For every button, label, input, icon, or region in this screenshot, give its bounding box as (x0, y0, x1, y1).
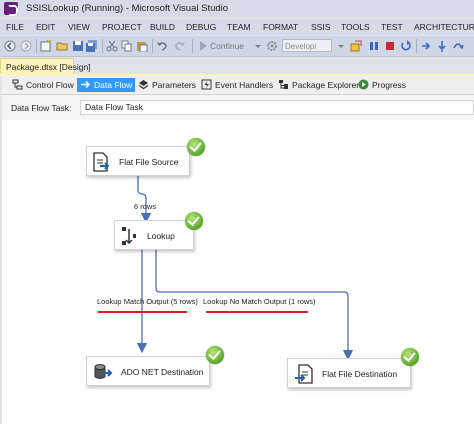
ado-net-destination-icon (94, 364, 113, 379)
control-flow-icon (12, 79, 23, 90)
solution-configuration-dropdown[interactable]: Developi (282, 39, 332, 52)
restart-icon[interactable] (400, 40, 412, 52)
new-project-icon[interactable] (40, 40, 52, 52)
component-label: ADO NET Destination (121, 367, 204, 377)
success-check-icon (185, 212, 203, 230)
forward-icon[interactable] (20, 40, 32, 52)
data-flow-task-label: Data Flow Task: (11, 103, 72, 113)
menu-build[interactable]: BUILD (150, 22, 175, 32)
toolbar-separator (416, 39, 417, 53)
progress-icon (358, 79, 369, 90)
flat-file-destination-icon (295, 364, 313, 384)
tab-label: Progress (372, 80, 407, 90)
title-bar: SSISLookup (Running) - Microsoft Visual … (0, 0, 474, 17)
toolbar: Continue Developi (0, 36, 474, 57)
document-tab-label: Package.dtsx [Design] (6, 62, 91, 72)
success-check-icon (401, 348, 419, 366)
lookup-icon (122, 227, 136, 245)
success-check-icon (187, 138, 205, 156)
package-designer: Control Flow Data Flow Parameters Event … (2, 76, 474, 424)
menu-view[interactable]: VIEW (68, 22, 90, 32)
tab-label: Control Flow (26, 80, 74, 90)
component-label: Flat File Destination (322, 369, 398, 379)
tab-label: Event Handlers (215, 80, 274, 90)
path-source-to-lookup[interactable] (137, 176, 152, 224)
menu-architecture[interactable]: ARCHITECTURE (414, 22, 474, 32)
pause-icon[interactable] (368, 40, 380, 52)
menu-format[interactable]: FORMAT (263, 22, 298, 32)
save-icon[interactable] (72, 40, 84, 52)
menu-debug[interactable]: DEBUG (186, 22, 216, 32)
flat-file-source-component[interactable]: Flat File Source (86, 146, 190, 176)
package-explorer-icon (279, 80, 288, 89)
copy-icon[interactable] (121, 40, 133, 52)
cut-icon[interactable] (106, 40, 118, 52)
redo-icon[interactable] (174, 40, 186, 52)
no-match-output-annotation-underline (206, 311, 308, 313)
path-label-match-output: Lookup Match Output (5 rows) (97, 297, 198, 306)
tab-package-explorer[interactable]: Package Explorer (278, 78, 359, 92)
dropdown-arrow-icon[interactable] (252, 40, 264, 52)
tab-parameters[interactable]: Parameters (138, 78, 196, 92)
task-selector-bar: Data Flow Task: Data Flow Task (2, 95, 474, 117)
menu-team[interactable]: TEAM (227, 22, 251, 32)
menu-test[interactable]: TEST (381, 22, 403, 32)
data-flow-task-select[interactable]: Data Flow Task (80, 100, 474, 115)
flat-file-source-icon (93, 152, 110, 172)
back-icon[interactable] (4, 40, 16, 52)
success-check-icon (206, 346, 224, 364)
flat-file-destination-component[interactable]: Flat File Destination (287, 358, 411, 388)
toolbar-separator (192, 39, 193, 53)
toolbar-separator (102, 39, 103, 53)
tab-label: Package Explorer (292, 80, 360, 90)
tab-data-flow[interactable]: Data Flow (77, 78, 136, 92)
menu-bar: FILE EDIT VIEW PROJECT BUILD DEBUG TEAM … (0, 19, 474, 35)
stop-icon[interactable] (384, 40, 396, 52)
tab-progress[interactable]: Progress (358, 78, 406, 92)
lookup-component[interactable]: Lookup (114, 220, 194, 250)
tab-label: Parameters (152, 80, 196, 90)
visual-studio-logo-icon (4, 2, 18, 16)
ado-net-destination-component[interactable]: ADO NET Destination (86, 356, 210, 386)
menu-edit[interactable]: EDIT (36, 22, 55, 32)
match-output-annotation-underline (98, 311, 187, 313)
step-into-icon[interactable] (436, 40, 448, 52)
dropdown-arrow-icon[interactable] (335, 40, 347, 52)
window-title: SSISLookup (Running) - Microsoft Visual … (26, 3, 229, 14)
tab-event-handlers[interactable]: Event Handlers (201, 78, 273, 92)
menu-file[interactable]: FILE (6, 22, 24, 32)
step-over-icon[interactable] (452, 40, 464, 52)
event-handlers-icon (201, 79, 212, 90)
component-label: Lookup (147, 231, 175, 241)
tab-label: Data Flow (94, 80, 133, 90)
attach-process-icon[interactable] (350, 40, 362, 52)
open-folder-icon[interactable] (56, 40, 68, 52)
document-tab-package-design[interactable]: Package.dtsx [Design] (0, 58, 91, 74)
continue-play-icon[interactable] (197, 40, 209, 52)
show-next-statement-icon[interactable] (420, 40, 432, 52)
data-flow-canvas[interactable]: Flat File Source Lookup 6 rows Lookup Ma… (2, 120, 474, 424)
designer-tab-strip: Control Flow Data Flow Parameters Event … (2, 76, 474, 95)
tab-control-flow[interactable]: Control Flow (12, 78, 74, 92)
save-all-icon[interactable] (86, 40, 98, 52)
menu-tools[interactable]: TOOLS (341, 22, 370, 32)
parameters-icon (138, 80, 149, 90)
paste-icon[interactable] (136, 40, 148, 52)
continue-button-label[interactable]: Continue (210, 41, 244, 51)
toolbar-separator (36, 39, 37, 53)
menu-ssis[interactable]: SSIS (311, 22, 330, 32)
menu-project[interactable]: PROJECT (102, 22, 142, 32)
undo-icon[interactable] (156, 40, 168, 52)
toolbar-separator (152, 39, 153, 53)
component-label: Flat File Source (119, 157, 179, 167)
data-flow-icon (81, 80, 91, 89)
path-label-no-match-output: Lookup No Match Output (1 rows) (203, 297, 316, 306)
path-label-source-to-lookup: 6 rows (134, 202, 157, 211)
settings-gear-icon[interactable] (266, 40, 278, 52)
